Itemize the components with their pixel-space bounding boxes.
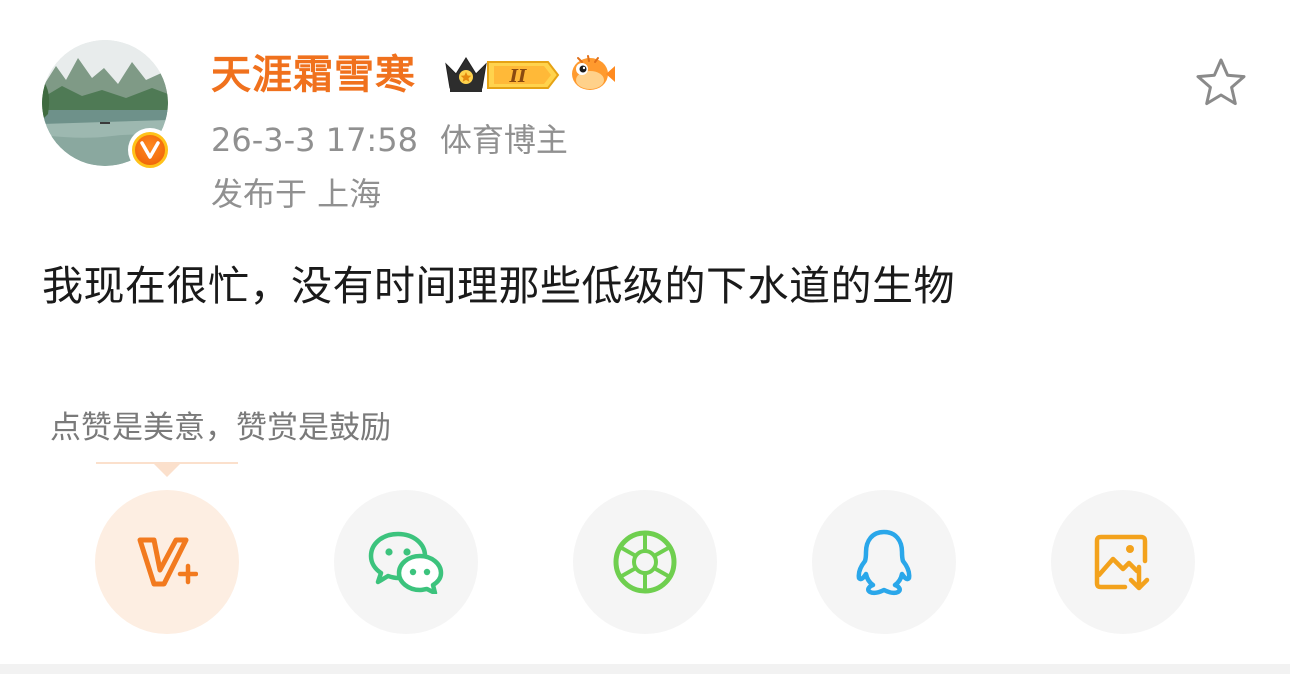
post-location: 发布于 上海 bbox=[211, 175, 382, 213]
tip-caret-icon bbox=[96, 462, 238, 477]
verified-badge bbox=[128, 128, 172, 172]
reward-tip-label: 点赞是美意，赞赏是鼓励 bbox=[50, 410, 391, 446]
post-meta: 26-3-3 17:58 体育博主 bbox=[211, 118, 568, 162]
moments-share-button[interactable] bbox=[573, 490, 717, 634]
crown-level-badge-icon: II bbox=[445, 57, 560, 92]
bottom-divider bbox=[0, 664, 1290, 674]
v-plus-icon bbox=[137, 537, 198, 587]
wechat-icon bbox=[368, 531, 444, 594]
author-role: 体育博主 bbox=[439, 121, 568, 159]
pufferfish-icon bbox=[572, 55, 615, 90]
qq-share-button[interactable] bbox=[812, 490, 956, 634]
crown-badge-level: II bbox=[509, 66, 527, 87]
post-timestamp: 26-3-3 17:58 bbox=[211, 121, 418, 159]
orange-v-verified-icon bbox=[132, 132, 168, 168]
qq-penguin-icon bbox=[856, 529, 912, 596]
wechat-share-button[interactable] bbox=[334, 490, 478, 634]
save-image-button[interactable] bbox=[1051, 490, 1195, 634]
author-name[interactable]: 天涯霜雪寒 bbox=[211, 49, 416, 101]
save-image-icon bbox=[1094, 534, 1150, 591]
v-plus-button[interactable] bbox=[95, 490, 239, 634]
post-text: 我现在很忙，没有时间理那些低级的下水道的生物 bbox=[42, 262, 955, 310]
star-outline-icon[interactable] bbox=[1194, 56, 1248, 110]
aperture-icon bbox=[613, 530, 677, 594]
